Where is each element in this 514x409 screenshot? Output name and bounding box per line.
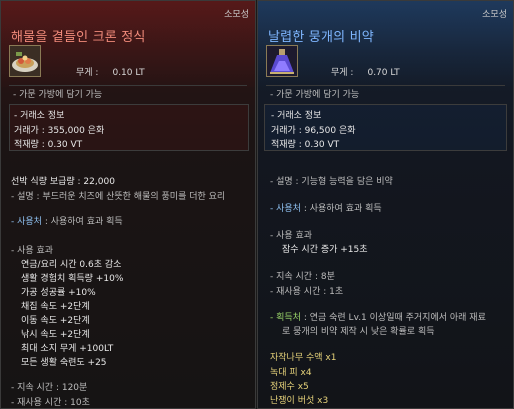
bag-info: - 가문 가방에 담기 가능: [13, 90, 103, 100]
effect-title: - 사용 효과: [270, 231, 313, 241]
effect-line: 이동 속도 +2단계: [21, 316, 90, 326]
effect-title: - 사용 효과: [11, 246, 54, 256]
market-price: 거래가 : 355,000 은화: [14, 126, 105, 136]
obtain-info-cont: 로 뭉개의 비약 제작 시 낮은 확률로 획득: [282, 327, 435, 337]
item-title: 날렵한 뭉개의 비약: [268, 30, 374, 45]
material-item: 난쟁이 버섯 x3: [270, 396, 329, 406]
effect-line: 잠수 시간 증가 +15초: [282, 245, 368, 255]
item-icon: [266, 45, 298, 77]
usage-info: - 사용처 : 사용하여 효과 획득: [11, 217, 123, 227]
obtain-info: - 획득처 : 연금 숙련 Lv.1 이상일때 주거지에서 아래 재료: [270, 313, 486, 323]
item-weight: 무게 :0.70 LT: [331, 68, 400, 78]
effect-line: 낚시 속도 +2단계: [21, 330, 90, 340]
duration: - 지속 시간 : 8분: [270, 272, 335, 282]
ship-supply: 선박 식량 보급량 : 22,000: [11, 177, 115, 187]
material-item: 정제수 x5: [270, 382, 309, 392]
divider: [266, 85, 505, 86]
market-load: 적재량 : 0.30 VT: [14, 140, 83, 150]
market-info-title: - 거래소 정보: [271, 111, 322, 121]
item-icon: [9, 45, 41, 77]
item-weight: 무게 :0.10 LT: [76, 68, 145, 78]
effect-line: 연금/요리 시간 0.6초 감소: [21, 260, 122, 270]
item-title: 해물을 곁들인 크론 정식: [11, 30, 146, 45]
duration: - 지속 시간 : 120분: [11, 383, 88, 393]
material-item: 자작나무 수액 x1: [270, 353, 337, 363]
effect-line: 채집 속도 +2단계: [21, 302, 90, 312]
effect-line: 가공 성공률 +10%: [21, 288, 96, 298]
market-load: 적재량 : 0.30 VT: [271, 140, 340, 150]
market-info-title: - 거래소 정보: [14, 111, 65, 121]
item-description: - 설명 : 기능형 능력을 담은 비약: [270, 177, 393, 187]
effect-line: 최대 소지 무게 +100LT: [21, 344, 114, 354]
usage-info: - 사용처 : 사용하여 효과 획득: [270, 204, 382, 214]
divider: [9, 85, 247, 86]
reuse-time: - 재사용 시간 : 10초: [11, 398, 90, 408]
potion-flask-icon: [267, 46, 297, 76]
item-tooltip-left: 소모성 해물을 곁들인 크론 정식 무게 :0.10 LT - 가문 가방에 담…: [0, 0, 256, 409]
market-price: 거래가 : 96,500 은화: [271, 126, 356, 136]
effect-line: 모든 생활 숙련도 +25: [21, 358, 107, 368]
material-item: 녹대 피 x4: [270, 368, 312, 378]
effect-line: 생활 경험치 획득량 +10%: [21, 274, 124, 284]
item-description: - 설명 : 부드러운 치즈에 산뜻한 해물의 풍미를 더한 요리: [11, 192, 226, 202]
item-tooltip-right: 소모성 날렵한 뭉개의 비약 무게 :0.70 LT - 가문 가방에 담기 가…: [257, 0, 514, 409]
bag-info: - 가문 가방에 담기 가능: [270, 90, 360, 100]
item-grade: 소모성: [224, 10, 249, 20]
reuse-time: - 재사용 시간 : 1초: [270, 287, 344, 297]
seafood-dish-icon: [10, 46, 40, 76]
item-grade: 소모성: [482, 10, 507, 20]
